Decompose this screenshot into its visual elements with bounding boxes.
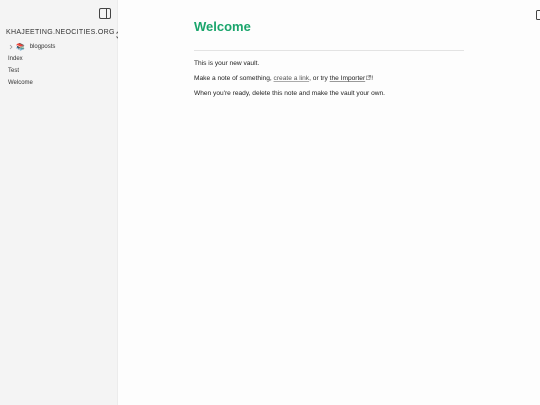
importer-link[interactable]: the Importer xyxy=(330,75,372,82)
file-item-welcome[interactable]: Welcome xyxy=(0,77,118,89)
divider xyxy=(194,50,464,51)
file-tree: 📚 blogposts Index Test Welcome xyxy=(0,41,118,89)
note-paragraph: This is your new vault. xyxy=(194,60,260,67)
file-item-index[interactable]: Index xyxy=(0,53,118,65)
file-label: Index xyxy=(8,56,23,62)
file-label: Welcome xyxy=(8,80,33,86)
note-paragraph: Make a note of something, create a link,… xyxy=(194,75,464,82)
folder-label: blogposts xyxy=(29,44,56,50)
vault-name: KHAJEETING.NEOCITIES.ORG xyxy=(6,28,115,36)
text: , or try xyxy=(309,75,330,82)
folder-blogposts[interactable]: 📚 blogposts xyxy=(0,41,118,53)
books-icon: 📚 xyxy=(16,43,25,51)
file-label: Test xyxy=(8,68,20,74)
right-sidebar-toggle-icon[interactable] xyxy=(536,7,540,20)
app-window: KHAJEETING.NEOCITIES.ORG 📚 blogposts Ind… xyxy=(0,0,540,405)
file-item-test[interactable]: Test xyxy=(0,65,118,77)
vault-switcher[interactable]: KHAJEETING.NEOCITIES.ORG xyxy=(6,26,122,40)
note-title: Welcome xyxy=(194,19,251,34)
create-link-link[interactable]: create a link xyxy=(274,75,310,82)
note-pane: Welcome This is your new vault. Make a n… xyxy=(118,0,540,405)
text: Make a note of something, xyxy=(194,75,274,82)
importer-link-label: the Importer xyxy=(329,75,366,82)
chevron-right-icon[interactable] xyxy=(8,44,14,50)
sidebar-toggle-icon[interactable] xyxy=(99,6,111,19)
sidebar: KHAJEETING.NEOCITIES.ORG 📚 blogposts Ind… xyxy=(0,0,122,405)
note-paragraph: When you're ready, delete this note and … xyxy=(194,90,385,97)
text: ! xyxy=(371,75,374,82)
note-content: Welcome This is your new vault. Make a n… xyxy=(194,19,464,97)
